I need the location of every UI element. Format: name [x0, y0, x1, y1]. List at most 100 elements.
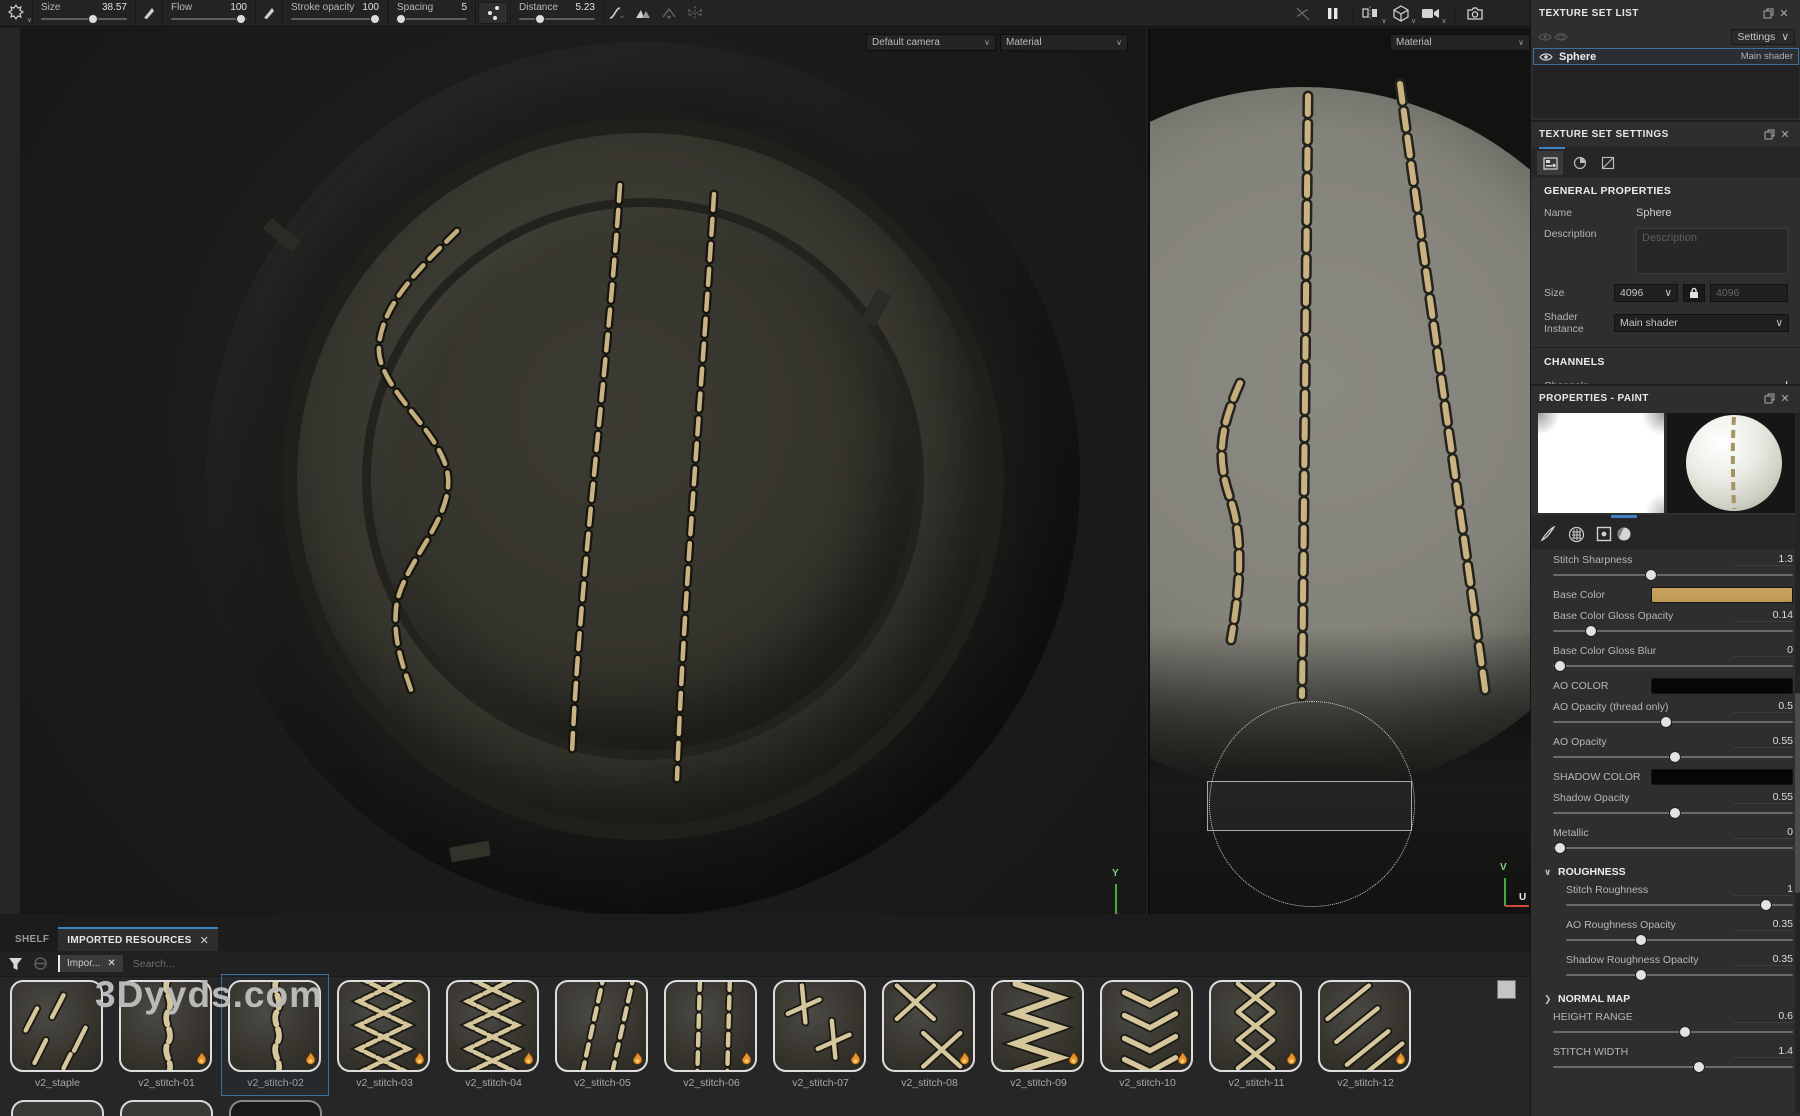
tab-imported-resources[interactable]: IMPORTED RESOURCES ✕: [58, 927, 218, 951]
property-value[interactable]: 1: [1733, 883, 1793, 896]
flow-slider[interactable]: [171, 14, 247, 24]
distance-slider-handle[interactable]: [535, 14, 545, 24]
property-value[interactable]: 0: [1733, 644, 1793, 657]
slider-handle[interactable]: [1554, 842, 1566, 854]
resource-thumbnail-v2_stitch-09[interactable]: v2_stitch-09: [991, 980, 1086, 1089]
color-swatch[interactable]: [1651, 587, 1793, 603]
thumbnail-size-icon[interactable]: [1497, 980, 1516, 999]
eye-material-icon[interactable]: [1553, 30, 1569, 44]
camera-view-icon[interactable]: ∨: [1421, 3, 1447, 25]
eye-icon[interactable]: [1537, 30, 1553, 44]
resource-thumbnail-v2_stitch-05[interactable]: v2_stitch-05: [555, 980, 650, 1089]
slider-handle[interactable]: [1679, 1026, 1691, 1038]
flow-value[interactable]: 100: [230, 2, 247, 13]
property-slider[interactable]: [1566, 898, 1793, 912]
property-value[interactable]: 0.5: [1733, 700, 1793, 713]
distance-slider[interactable]: [519, 14, 595, 24]
tab-shelf[interactable]: SHELF: [6, 927, 58, 951]
slider-handle[interactable]: [1554, 660, 1566, 672]
spacing-slider-handle[interactable]: [396, 14, 406, 24]
axis-gizmo-2d[interactable]: V U: [1485, 854, 1530, 914]
property-slider[interactable]: [1553, 1060, 1793, 1074]
view-mode-cube-icon[interactable]: ∨: [1391, 3, 1417, 25]
spacing-value[interactable]: 5: [461, 2, 467, 13]
viewport-3d[interactable]: Default camera∨ Material∨ Y X Z: [20, 28, 1146, 914]
search-input[interactable]: Search...: [133, 958, 175, 970]
eye-icon[interactable]: [1539, 52, 1553, 62]
stroke-opacity-slider-handle[interactable]: [370, 14, 380, 24]
size-value[interactable]: 38.57: [102, 2, 127, 13]
popout-icon[interactable]: [1760, 6, 1776, 20]
brush-alpha-preview[interactable]: [1538, 413, 1664, 513]
shader-instance-select[interactable]: Main shader∨: [1614, 314, 1789, 332]
property-value[interactable]: 1.3: [1733, 553, 1793, 566]
filter-scope-icon[interactable]: [33, 956, 48, 971]
axis-gizmo-3d[interactable]: Y X Z: [1078, 860, 1146, 914]
spacing-preview-icon[interactable]: [478, 2, 508, 24]
property-value[interactable]: 0.55: [1733, 791, 1793, 804]
property-value[interactable]: 0.55: [1733, 735, 1793, 748]
symmetry-icon[interactable]: [682, 2, 708, 24]
close-icon[interactable]: ✕: [200, 934, 210, 947]
falloff-curve-icon[interactable]: [604, 2, 630, 24]
property-value[interactable]: 0: [1733, 826, 1793, 839]
resource-thumbnail-v2_staple[interactable]: v2_staple: [10, 980, 105, 1089]
resource-thumbnail-partial[interactable]: [11, 1100, 104, 1116]
resource-thumbnail-v2_stitch-11[interactable]: v2_stitch-11: [1209, 980, 1304, 1089]
alignment-icon[interactable]: [656, 2, 682, 24]
distance-value[interactable]: 5.23: [576, 2, 595, 13]
property-value[interactable]: 1.4: [1733, 1045, 1793, 1058]
tab-alpha[interactable]: [1563, 521, 1589, 547]
close-icon[interactable]: ✕: [107, 958, 115, 969]
section-normal-map[interactable]: ❯NORMAL MAP: [1530, 987, 1800, 1009]
close-icon[interactable]: ✕: [1777, 127, 1793, 141]
brush-hardness-icon[interactable]: [630, 2, 656, 24]
resource-thumbnail-v2_stitch-08[interactable]: v2_stitch-08: [882, 980, 977, 1089]
slider-handle[interactable]: [1669, 807, 1681, 819]
slider-handle[interactable]: [1585, 625, 1597, 637]
slider-handle[interactable]: [1660, 716, 1672, 728]
slider-handle[interactable]: [1760, 899, 1772, 911]
property-slider[interactable]: [1553, 841, 1793, 855]
property-value[interactable]: 0.6: [1733, 1010, 1793, 1023]
resource-thumbnail-v2_stitch-06[interactable]: v2_stitch-06: [664, 980, 759, 1089]
property-slider[interactable]: [1553, 750, 1793, 764]
close-icon[interactable]: ✕: [1776, 6, 1792, 20]
property-slider[interactable]: [1553, 624, 1793, 638]
slider-handle[interactable]: [1645, 569, 1657, 581]
popout-icon[interactable]: [1761, 391, 1777, 405]
property-slider[interactable]: [1553, 1025, 1793, 1039]
size-select[interactable]: 4096∨: [1614, 284, 1678, 302]
popout-icon[interactable]: [1761, 127, 1777, 141]
slider-handle[interactable]: [1635, 969, 1647, 981]
property-slider[interactable]: [1553, 659, 1793, 673]
viewport-2d[interactable]: Material∨ V U: [1148, 28, 1530, 914]
resource-thumbnail-partial[interactable]: [120, 1100, 213, 1116]
resource-thumbnail-v2_stitch-12[interactable]: v2_stitch-12: [1318, 980, 1413, 1089]
mirror-view-icon[interactable]: ∨: [1361, 3, 1387, 25]
resource-thumbnail-v2_stitch-10[interactable]: v2_stitch-10: [1100, 980, 1195, 1089]
tab-mesh-maps[interactable]: [1595, 151, 1621, 175]
lock-icon[interactable]: [1683, 284, 1705, 302]
property-value[interactable]: 0.14: [1733, 609, 1793, 622]
lazy-mouse-off-icon[interactable]: [1290, 3, 1316, 25]
flow-slider-handle[interactable]: [236, 14, 246, 24]
size-pressure-icon[interactable]: [136, 2, 162, 24]
name-value[interactable]: Sphere: [1636, 207, 1671, 219]
tab-brush[interactable]: [1535, 521, 1561, 547]
slider-handle[interactable]: [1693, 1061, 1705, 1073]
pause-icon[interactable]: [1320, 3, 1346, 25]
settings-dropdown[interactable]: Settings∨: [1731, 29, 1795, 45]
tab-channels[interactable]: [1567, 151, 1593, 175]
stroke-opacity-slider[interactable]: [291, 14, 379, 24]
filter-chip[interactable]: Impor... ✕: [58, 955, 123, 972]
size-slider[interactable]: [41, 14, 127, 24]
filter-funnel-icon[interactable]: [8, 957, 23, 971]
color-swatch[interactable]: [1651, 678, 1793, 694]
close-icon[interactable]: ✕: [1777, 391, 1793, 405]
resource-thumbnail-v2_stitch-03[interactable]: v2_stitch-03: [337, 980, 432, 1089]
slider-handle[interactable]: [1669, 751, 1681, 763]
resource-thumbnail-v2_stitch-04[interactable]: v2_stitch-04: [446, 980, 541, 1089]
camera-select[interactable]: Default camera∨: [866, 34, 996, 51]
slider-handle[interactable]: [1635, 934, 1647, 946]
